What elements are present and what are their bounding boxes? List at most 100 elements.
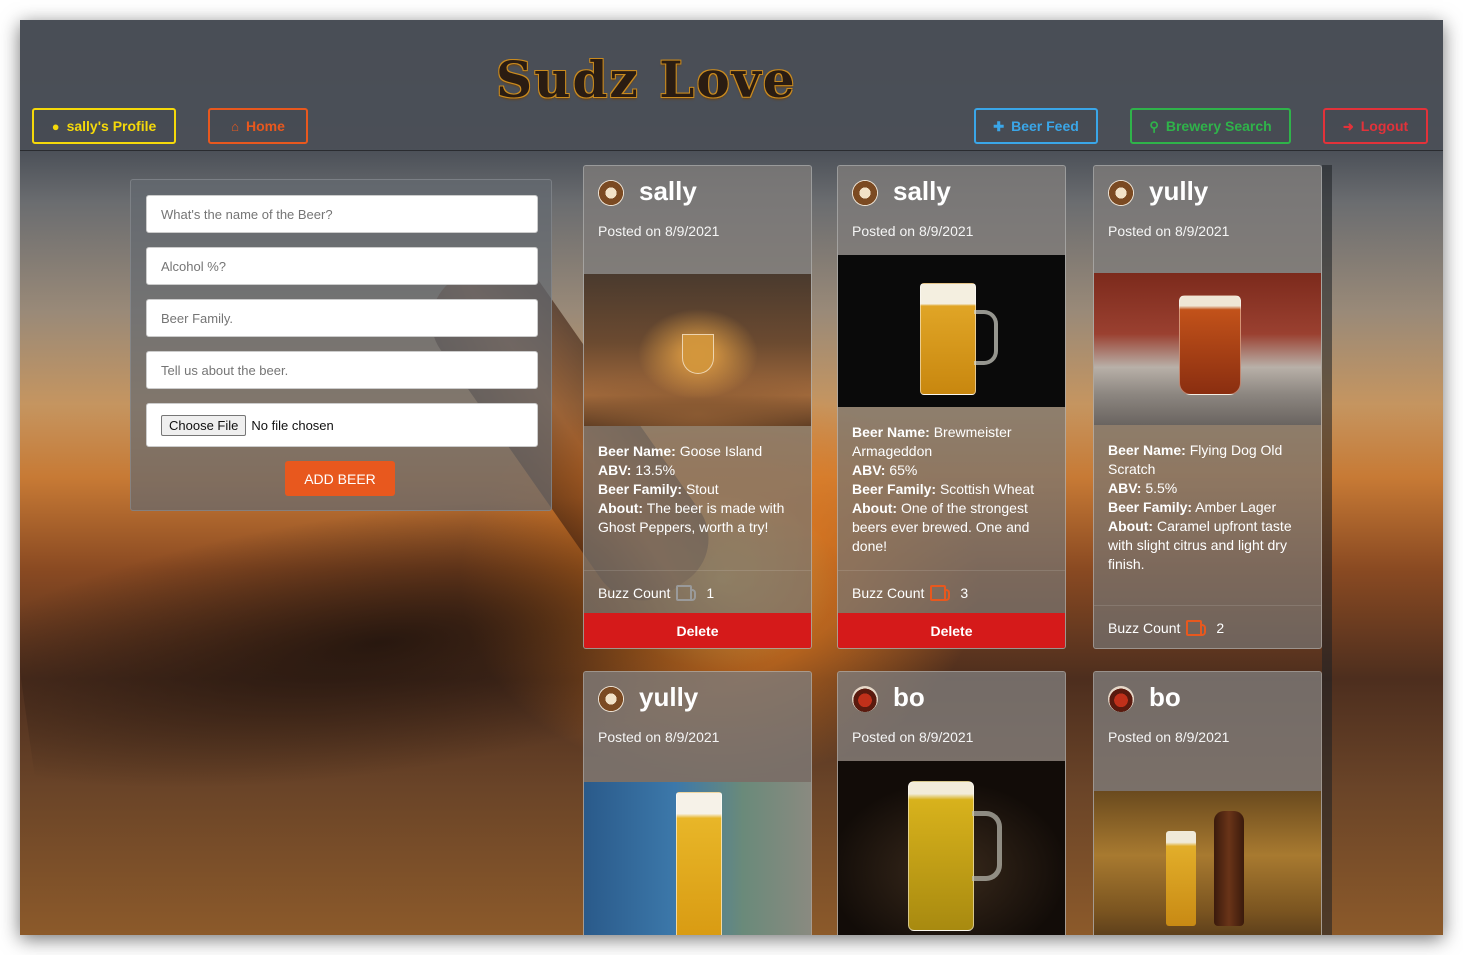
abv-value: 65%: [889, 462, 918, 478]
buzz-count-label: Buzz Count: [598, 585, 671, 601]
logout-button-label: Logout: [1360, 118, 1409, 134]
home-button[interactable]: ⌂ Home: [208, 108, 308, 144]
post-date: Posted on 8/9/2021: [598, 223, 720, 239]
beer-feed-button[interactable]: ✚ Beer Feed: [974, 108, 1098, 144]
avatar: [598, 686, 624, 712]
pint-glass-shape: [1179, 295, 1241, 395]
card-header: yully Posted on 8/9/2021: [1094, 166, 1321, 273]
profile-button[interactable]: ● sally's Profile: [32, 108, 176, 144]
beer-mug-icon[interactable]: [1186, 620, 1207, 636]
abv-value: 13.5%: [635, 462, 676, 478]
buzz-count-label: Buzz Count: [1108, 620, 1181, 636]
post-date: Posted on 8/9/2021: [852, 729, 974, 745]
buzz-count-row: Buzz Count 1: [584, 570, 811, 613]
alcohol-input[interactable]: [146, 247, 538, 285]
beer-details: Beer Name: Goose Island ABV: 13.5% Beer …: [584, 426, 811, 570]
top-navbar: Sudz Love ● sally's Profile ⌂ Home ✚ Bee…: [20, 20, 1443, 151]
card-header: bo Posted on 8/9/2021: [838, 672, 1065, 761]
stein-handle-shape: [972, 811, 1002, 881]
beer-post-card: sally Posted on 8/9/2021 Beer Name: Brew…: [837, 165, 1066, 649]
beer-feed-button-label: Beer Feed: [1011, 118, 1079, 134]
beer-name-label: Beer Name:: [1108, 442, 1186, 458]
beer-image-file-input[interactable]: Choose File No file chosen: [146, 403, 538, 447]
feed-scrollbar[interactable]: [1322, 165, 1332, 935]
profile-button-label: sally's Profile: [66, 118, 157, 134]
beer-post-card: yully Posted on 8/9/2021 Beer Name: Flyi…: [1093, 165, 1322, 649]
tall-glass-shape: [676, 792, 722, 935]
beer-post-card: bo Posted on 8/9/2021: [837, 671, 1066, 935]
post-username[interactable]: sally: [639, 176, 697, 207]
file-status-text: No file chosen: [251, 417, 334, 433]
about-label: About:: [598, 500, 644, 516]
mug-handle-shape: [974, 310, 998, 365]
buzz-count-row: Buzz Count 3: [838, 570, 1065, 613]
beer-family-value: Stout: [685, 481, 719, 497]
beer-family-value: Amber Lager: [1195, 499, 1277, 515]
glass-shape: [682, 334, 714, 374]
user-circle-icon: ●: [51, 118, 60, 134]
glass-shape: [1166, 831, 1196, 926]
brewery-search-button-label: Brewery Search: [1165, 118, 1272, 134]
beer-details: Beer Name: Brewmeister Armageddon ABV: 6…: [838, 407, 1065, 570]
beer-mug-icon[interactable]: [930, 585, 951, 601]
site-logo[interactable]: Sudz Love: [496, 50, 797, 109]
beer-post-card: bo Posted on 8/9/2021: [1093, 671, 1322, 935]
about-beer-input[interactable]: [146, 351, 538, 389]
beer-name-input[interactable]: [146, 195, 538, 233]
beer-post-card: sally Posted on 8/9/2021 Beer Name: Goos…: [583, 165, 812, 649]
beer-mug-icon[interactable]: [676, 585, 697, 601]
beer-photo: [1094, 791, 1321, 935]
beer-family-label: Beer Family:: [1108, 499, 1193, 515]
about-label: About:: [1108, 518, 1154, 534]
plus-icon: ✚: [993, 118, 1005, 134]
post-username[interactable]: bo: [1149, 682, 1181, 713]
avatar: [1108, 686, 1134, 712]
beer-details: Beer Name: Flying Dog Old Scratch ABV: 5…: [1094, 425, 1321, 605]
beer-family-input[interactable]: [146, 299, 538, 337]
card-header: bo Posted on 8/9/2021: [1094, 672, 1321, 791]
logout-button[interactable]: ➜ Logout: [1323, 108, 1428, 144]
home-button-label: Home: [245, 118, 285, 134]
buzz-count-value: 3: [960, 585, 969, 601]
beer-photo: [1094, 273, 1321, 425]
search-icon: ⚲: [1149, 118, 1159, 134]
about-label: About:: [852, 500, 898, 516]
post-date: Posted on 8/9/2021: [1108, 223, 1230, 239]
app-window: Sudz Love ● sally's Profile ⌂ Home ✚ Bee…: [20, 20, 1443, 935]
beer-family-label: Beer Family:: [852, 481, 937, 497]
beer-stein-shape: [908, 781, 974, 931]
post-username[interactable]: bo: [893, 682, 925, 713]
buzz-count-value: 2: [1216, 620, 1225, 636]
beer-photo: [584, 782, 811, 935]
post-date: Posted on 8/9/2021: [852, 223, 974, 239]
beer-post-card: yully Posted on 8/9/2021: [583, 671, 812, 935]
sign-out-icon: ➜: [1342, 118, 1354, 134]
buzz-count-label: Buzz Count: [852, 585, 925, 601]
abv-label: ABV:: [852, 462, 886, 478]
beer-family-value: Scottish Wheat: [939, 481, 1035, 497]
home-icon: ⌂: [231, 118, 239, 134]
card-header: sally Posted on 8/9/2021: [584, 166, 811, 274]
buzz-count-row: Buzz Count 2: [1094, 605, 1321, 648]
post-username[interactable]: yully: [1149, 176, 1208, 207]
post-username[interactable]: sally: [893, 176, 951, 207]
abv-label: ABV:: [1108, 480, 1142, 496]
post-date: Posted on 8/9/2021: [1108, 729, 1230, 745]
beer-mug-shape: [920, 283, 976, 395]
delete-post-button[interactable]: Delete: [838, 613, 1065, 648]
add-beer-form: Choose File No file chosen ADD BEER: [130, 179, 552, 511]
brewery-search-button[interactable]: ⚲ Brewery Search: [1130, 108, 1291, 144]
avatar: [1108, 180, 1134, 206]
abv-label: ABV:: [598, 462, 632, 478]
card-header: yully Posted on 8/9/2021: [584, 672, 811, 782]
delete-post-button[interactable]: Delete: [584, 613, 811, 648]
add-beer-button[interactable]: ADD BEER: [285, 461, 395, 496]
post-date: Posted on 8/9/2021: [598, 729, 720, 745]
choose-file-button[interactable]: Choose File: [161, 414, 247, 436]
avatar: [852, 686, 878, 712]
avatar: [598, 180, 624, 206]
post-username[interactable]: yully: [639, 682, 698, 713]
beer-photo: [584, 274, 811, 426]
abv-value: 5.5%: [1145, 480, 1178, 496]
beer-name-label: Beer Name:: [852, 424, 930, 440]
